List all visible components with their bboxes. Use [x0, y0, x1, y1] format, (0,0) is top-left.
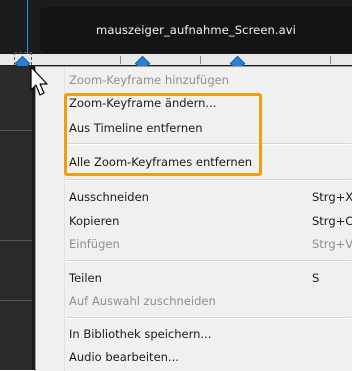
menu-item-shortcut: Strg+V	[312, 237, 352, 251]
menu-item-paste[interactable]: Einfügen Strg+V	[36, 233, 352, 255]
ruler-tick	[120, 56, 121, 64]
menu-item-edit-audio[interactable]: Audio bearbeiten...	[36, 346, 352, 368]
menu-item-label: Einfügen	[69, 237, 120, 251]
clip-title: mauszeiger_aufnahme_Screen.avi	[96, 23, 296, 37]
track-divider	[0, 130, 32, 131]
menu-separator	[66, 317, 351, 319]
menu-item-cut[interactable]: Ausschneiden Strg+X	[36, 186, 352, 208]
menu-item-label: Aus Timeline entfernen	[69, 121, 203, 135]
menu-item-remove-from-timeline[interactable]: Aus Timeline entfernen	[36, 117, 352, 139]
context-menu: Zoom-Keyframe hinzufügen Zoom-Keyframe ä…	[35, 66, 352, 371]
menu-item-label: Kopieren	[69, 214, 120, 228]
menu-item-label: Auf Auswahl zuschneiden	[69, 294, 216, 308]
menu-item-remove-all-zoom-keyframes[interactable]: Alle Zoom-Keyframes entfernen	[36, 151, 352, 173]
menu-item-label: Zoom-Keyframe hinzufügen	[69, 73, 230, 87]
mouse-pointer-icon	[30, 66, 48, 96]
menu-separator	[66, 143, 351, 145]
menu-item-add-zoom-keyframe[interactable]: Zoom-Keyframe hinzufügen	[36, 69, 352, 91]
zoom-track[interactable]	[0, 54, 352, 65]
menu-item-copy[interactable]: Kopieren Strg+C	[36, 210, 352, 232]
menu-item-edit-zoom-keyframe[interactable]: Zoom-Keyframe ändern...	[36, 92, 352, 114]
menu-item-label: Audio bearbeiten...	[69, 350, 179, 364]
menu-item-label: Teilen	[69, 271, 102, 285]
menu-separator	[66, 179, 351, 181]
menu-item-shortcut: S	[312, 271, 320, 285]
menu-item-label: In Bibliothek speichern...	[69, 327, 212, 341]
video-clip[interactable]: mauszeiger_aufnahme_Screen.avi	[40, 7, 352, 53]
menu-item-save-to-library[interactable]: In Bibliothek speichern...	[36, 323, 352, 345]
ruler-tick	[200, 56, 201, 64]
track-divider	[0, 300, 32, 301]
menu-item-crop-to-selection[interactable]: Auf Auswahl zuschneiden	[36, 290, 352, 312]
ruler-tick	[330, 56, 331, 64]
menu-item-split[interactable]: Teilen S	[36, 267, 352, 289]
left-track-area	[0, 66, 32, 370]
menu-separator	[66, 260, 351, 262]
menu-item-label: Zoom-Keyframe ändern...	[69, 96, 217, 110]
track-divider	[0, 240, 32, 241]
menu-item-label: Ausschneiden	[69, 190, 149, 204]
menu-item-shortcut: Strg+X	[312, 190, 352, 204]
menu-item-label: Alle Zoom-Keyframes entfernen	[69, 155, 253, 169]
menu-item-shortcut: Strg+C	[312, 214, 352, 228]
